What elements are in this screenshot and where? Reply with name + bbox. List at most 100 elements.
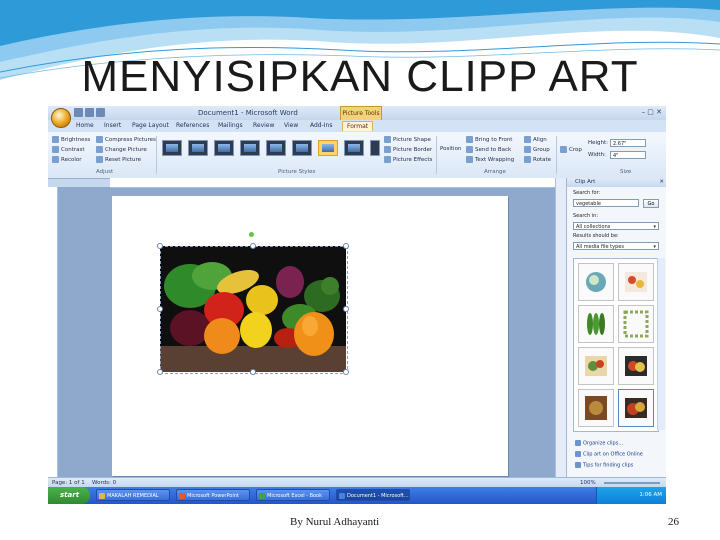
rotate-button[interactable]: Rotate — [524, 156, 551, 163]
picture-style-thumb[interactable] — [188, 140, 208, 156]
tab-references[interactable]: References — [176, 122, 209, 129]
change-picture-icon — [96, 146, 103, 153]
window-controls[interactable]: – ▢ ✕ — [642, 108, 662, 116]
ribbon-separator — [436, 136, 437, 174]
redo-icon[interactable] — [96, 108, 105, 117]
picture-style-thumb[interactable] — [214, 140, 234, 156]
resize-handle[interactable] — [250, 243, 256, 249]
reset-picture-button[interactable]: Reset Picture — [96, 156, 141, 163]
group-button[interactable]: Group — [524, 146, 550, 153]
picture-shape-button[interactable]: Picture Shape — [384, 136, 431, 143]
start-button[interactable]: start — [48, 487, 90, 504]
resize-handle[interactable] — [343, 369, 349, 375]
clip-art-pane: Clip Art ✕ Search for: vegetable Go Sear… — [566, 178, 666, 477]
powerpoint-icon — [179, 493, 185, 499]
organize-clips-link[interactable]: Organize clips... — [575, 440, 623, 447]
picture-style-thumb[interactable] — [266, 140, 286, 156]
footer-author: By Nurul Adhayanti — [290, 516, 380, 528]
picture-border-button[interactable]: Picture Border — [384, 146, 432, 153]
search-in-label: Search in: — [573, 213, 599, 219]
clip-art-thumbnail[interactable] — [618, 263, 654, 301]
system-tray: 1:06 AM — [596, 487, 666, 504]
document-scrollbar[interactable] — [555, 178, 566, 477]
change-picture-button[interactable]: Change Picture — [96, 146, 147, 153]
status-words[interactable]: Words: 0 — [92, 480, 116, 486]
clip-art-thumbnail[interactable] — [578, 347, 614, 385]
quick-access-toolbar[interactable] — [74, 108, 107, 119]
shape-icon — [384, 136, 391, 143]
clip-art-thumbnail[interactable] — [578, 263, 614, 301]
crop-button[interactable]: Crop — [560, 146, 582, 153]
picture-style-thumb[interactable] — [240, 140, 260, 156]
rotate-icon — [524, 156, 531, 163]
wrap-icon — [466, 156, 473, 163]
align-button[interactable]: Align — [524, 136, 547, 143]
tab-insert[interactable]: Insert — [104, 122, 121, 129]
styles-more-button[interactable] — [370, 140, 380, 156]
picture-effects-button[interactable]: Picture Effects — [384, 156, 432, 163]
save-icon[interactable] — [74, 108, 83, 117]
tab-home[interactable]: Home — [76, 122, 94, 129]
zoom-level[interactable]: 100% — [580, 480, 596, 486]
height-input[interactable]: 2.67" — [610, 139, 646, 147]
undo-icon[interactable] — [85, 108, 94, 117]
resize-handle[interactable] — [157, 369, 163, 375]
vertical-ruler[interactable] — [48, 187, 58, 477]
picture-style-thumb[interactable] — [162, 140, 182, 156]
clock[interactable]: 1:06 AM — [639, 492, 662, 498]
close-icon[interactable]: ✕ — [659, 178, 664, 187]
resize-handle[interactable] — [157, 306, 163, 312]
clip-art-thumbnail[interactable] — [578, 305, 614, 343]
tab-page-layout[interactable]: Page Layout — [132, 122, 169, 129]
resize-handle[interactable] — [157, 243, 163, 249]
height-label: Height: — [588, 140, 609, 146]
bring-to-front-button[interactable]: Bring to Front — [466, 136, 512, 143]
rotation-handle[interactable] — [249, 232, 254, 237]
tab-review[interactable]: Review — [253, 122, 274, 129]
group-label-adjust: Adjust — [96, 169, 114, 175]
contrast-icon — [52, 146, 59, 153]
horizontal-ruler[interactable] — [110, 178, 556, 188]
clip-art-online-link[interactable]: Clip art on Office Online — [575, 451, 643, 458]
zoom-slider[interactable] — [604, 482, 660, 484]
search-in-select[interactable]: All collections ▾ — [573, 222, 659, 230]
office-button[interactable] — [51, 108, 71, 128]
clip-art-results-scrollbar[interactable] — [657, 258, 665, 430]
tab-mailings[interactable]: Mailings — [218, 122, 243, 129]
taskbar-button-active[interactable]: Document1 - Microsoft... — [336, 489, 410, 501]
border-icon — [384, 146, 391, 153]
picture-style-thumb-selected[interactable] — [318, 140, 338, 156]
tab-add-ins[interactable]: Add-Ins — [310, 122, 332, 129]
resize-handle[interactable] — [250, 369, 256, 375]
tab-view[interactable]: View — [284, 122, 298, 129]
taskbar-button[interactable]: Microsoft PowerPoint — [176, 489, 250, 501]
recolor-button[interactable]: Recolor — [52, 156, 82, 163]
contrast-button[interactable]: Contrast — [52, 146, 85, 153]
clip-art-pane-header: Clip Art ✕ — [567, 178, 666, 187]
clip-art-search-input[interactable]: vegetable — [573, 199, 639, 207]
clip-art-thumbnail-selected[interactable] — [618, 389, 654, 427]
resize-handle[interactable] — [343, 306, 349, 312]
taskbar-button[interactable]: MAKALAH REMEDIAL — [96, 489, 170, 501]
tab-format[interactable]: Format — [342, 121, 374, 131]
tips-link[interactable]: Tips for finding clips — [575, 462, 633, 469]
clip-art-thumbnail[interactable] — [618, 305, 654, 343]
picture-style-thumb[interactable] — [344, 140, 364, 156]
position-button[interactable]: Position — [440, 146, 461, 152]
go-button[interactable]: Go — [643, 199, 659, 208]
resize-handle[interactable] — [343, 243, 349, 249]
word-title-bar: Document1 - Microsoft Word Picture Tools… — [48, 106, 666, 121]
taskbar-button[interactable]: Microsoft Excel - Book — [256, 489, 330, 501]
width-input[interactable]: 4" — [610, 151, 646, 159]
compress-pictures-button[interactable]: Compress Pictures — [96, 136, 156, 143]
brightness-button[interactable]: Brightness — [52, 136, 90, 143]
clip-art-thumbnail[interactable] — [578, 389, 614, 427]
status-page[interactable]: Page: 1 of 1 — [52, 480, 85, 486]
clip-art-thumbnail[interactable] — [618, 347, 654, 385]
brightness-icon — [52, 136, 59, 143]
picture-style-thumb[interactable] — [292, 140, 312, 156]
text-wrapping-button[interactable]: Text Wrapping — [466, 156, 514, 163]
ribbon: Brightness Contrast Recolor Compress Pic… — [48, 132, 666, 179]
results-type-select[interactable]: All media file types ▾ — [573, 242, 659, 250]
send-to-back-button[interactable]: Send to Back — [466, 146, 511, 153]
